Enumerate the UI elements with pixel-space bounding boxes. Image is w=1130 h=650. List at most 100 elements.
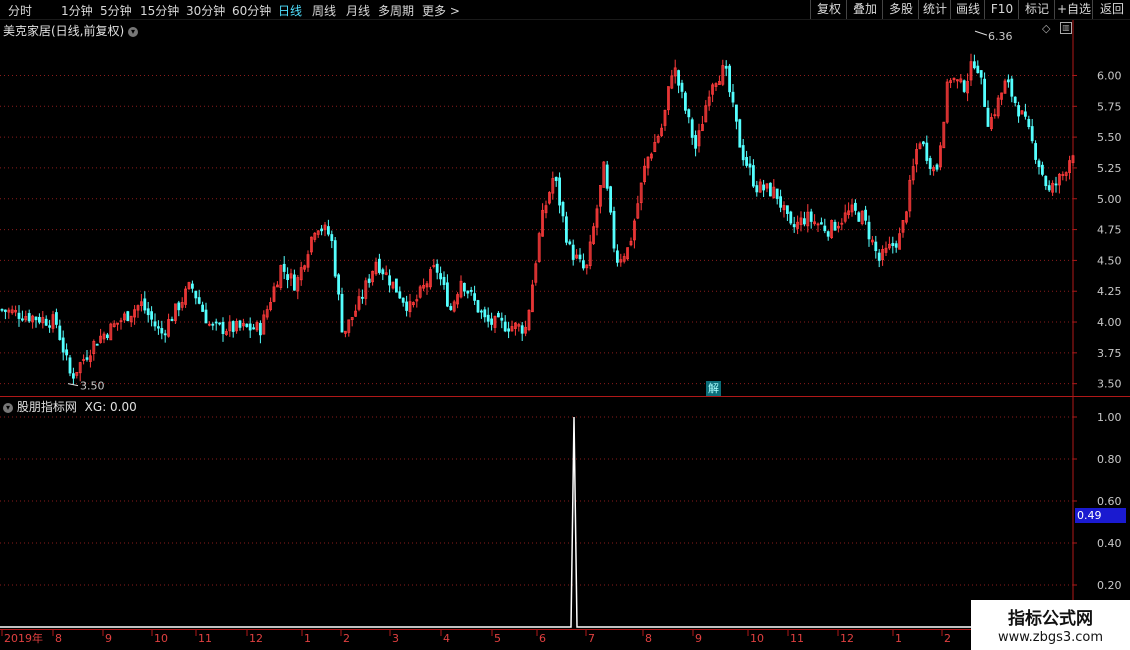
candle-body: [483, 309, 487, 318]
candle-body: [1034, 143, 1037, 160]
low-price-label: 3.50: [80, 380, 105, 393]
candle-body: [95, 343, 99, 346]
candle-body: [922, 141, 925, 145]
candle-body: [445, 282, 449, 307]
candle-body: [4, 309, 7, 312]
candle-body: [197, 297, 201, 304]
candle-body: [479, 310, 483, 313]
candle-body: [1047, 185, 1051, 191]
candle-body: [894, 243, 898, 248]
candle-body: [986, 107, 990, 127]
candle-body: [38, 316, 41, 323]
candle-body: [333, 240, 337, 277]
candle-body: [762, 184, 765, 191]
candle-body: [983, 78, 986, 107]
unlock-badge[interactable]: 解: [706, 381, 721, 396]
candle-body: [44, 318, 48, 326]
candle-body: [170, 318, 174, 322]
candle-body: [160, 328, 164, 334]
candle-body: [520, 325, 524, 334]
x-axis-label: 10: [154, 632, 168, 645]
indicator-tick-label: 0.60: [1097, 495, 1122, 508]
current-value-badge: 0.49: [1075, 508, 1126, 523]
candle-body: [1013, 96, 1017, 104]
x-axis-label: 9: [105, 632, 112, 645]
candle-body: [156, 326, 160, 329]
y-tick-label: 4.50: [1097, 254, 1122, 267]
y-tick-label: 4.75: [1097, 224, 1122, 237]
candle-body: [106, 334, 109, 339]
x-axis-label: 11: [198, 632, 212, 645]
y-tick-label: 6.00: [1097, 69, 1122, 82]
candle-body: [326, 226, 330, 235]
candle-body: [503, 321, 507, 332]
candle-body: [1024, 111, 1027, 117]
candle-body: [609, 186, 612, 213]
x-axis-label: 8: [55, 632, 62, 645]
candle-body: [337, 274, 341, 295]
candle-body: [755, 185, 759, 193]
candle-body: [466, 290, 470, 294]
x-axis-label: 1: [895, 632, 902, 645]
candle-body: [286, 274, 290, 281]
candle-body: [877, 252, 881, 261]
indicator-tick-label: 0.20: [1097, 579, 1122, 592]
candle-body: [684, 92, 687, 111]
candle-body: [17, 312, 21, 319]
y-tick-label: 3.75: [1097, 347, 1122, 360]
candle-body: [405, 301, 409, 311]
candle-body: [146, 308, 150, 316]
candle-body: [1054, 183, 1058, 186]
candle-body: [738, 119, 742, 148]
x-axis-label: 3: [392, 632, 399, 645]
xg-signal-line: [0, 416, 1073, 628]
indicator-title-row: ▾ 股朋指标网 XG: 0.00: [3, 398, 137, 415]
x-axis-label: 2: [944, 632, 951, 645]
x-axis-label: 11: [790, 632, 804, 645]
y-tick-label: 4.25: [1097, 285, 1122, 298]
diamond-icon[interactable]: ◇: [1042, 22, 1050, 35]
candle-body: [442, 276, 446, 286]
candle-body: [779, 196, 782, 208]
candle-body: [55, 312, 58, 325]
candle-body: [925, 142, 929, 161]
candle-body: [150, 311, 154, 320]
candle-body: [0, 308, 4, 311]
candle-body: [752, 165, 755, 187]
y-tick-label: 5.50: [1097, 131, 1122, 144]
candle-body: [735, 104, 738, 122]
x-axis-label: 6: [539, 632, 546, 645]
candle-body: [616, 250, 619, 263]
chevron-down-icon[interactable]: ▾: [128, 26, 139, 37]
candle-body: [248, 323, 252, 331]
candle-body: [211, 323, 215, 326]
candle-body: [826, 231, 830, 237]
candle-body: [605, 164, 609, 189]
chevron-down-icon[interactable]: ▾: [3, 402, 13, 413]
candle-body: [1007, 79, 1010, 83]
candle-body: [979, 70, 983, 78]
candle-body: [578, 254, 582, 260]
candle-body: [27, 313, 31, 322]
candle-body: [282, 263, 286, 272]
candle-body: [687, 109, 691, 118]
x-axis-label: 10: [750, 632, 764, 645]
x-axis-label: 2019年: [4, 631, 43, 645]
candle-body: [201, 304, 205, 312]
candle-body: [731, 91, 735, 103]
candle-body: [864, 209, 867, 221]
candle-body: [439, 273, 443, 280]
kline-chart[interactable]: 6.00 5.75 5.50 5.25 5.00 4.75 4.50 4.25 4.00 3.75…: [0, 0, 1130, 650]
candle-body: [786, 205, 789, 214]
panel-toggle-icon[interactable]: ▥: [1060, 22, 1072, 34]
candle-body: [388, 275, 392, 286]
y-tick-label: 3.50: [1097, 378, 1122, 391]
candle-body: [745, 156, 748, 166]
candle-body: [238, 320, 242, 328]
candle-body: [473, 293, 477, 301]
y-tick-label: 4.00: [1097, 316, 1122, 329]
candle-body: [190, 283, 194, 289]
candle-body: [153, 321, 157, 327]
candle-body: [558, 177, 561, 206]
xg-value: XG: 0.00: [84, 400, 137, 414]
